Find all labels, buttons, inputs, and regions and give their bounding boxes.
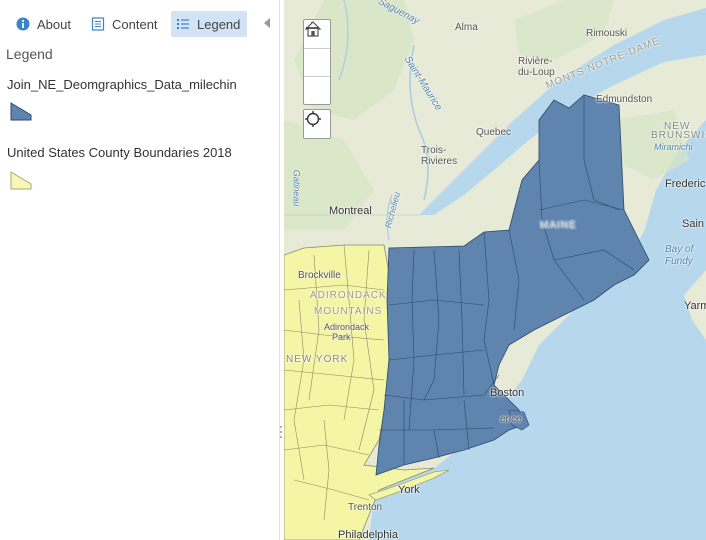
tab-about[interactable]: About [11, 11, 76, 37]
legend-layer-title: Join_NE_Deomgraphics_Data_milechin [7, 77, 237, 92]
legend-list-icon [176, 17, 190, 31]
info-icon [16, 17, 30, 31]
ne-demographics-swatch [9, 101, 33, 121]
map-label-gatineau: Gatineau [291, 169, 302, 207]
zoom-out-button[interactable] [304, 27, 330, 104]
map-label-alma: Alma [455, 22, 478, 33]
tab-legend-label: Legend [197, 16, 241, 32]
panel-tabs: About Content Legend [0, 0, 280, 40]
map-label-trenton: Trenton [348, 502, 383, 513]
map-label-providence: ence [500, 414, 522, 425]
map-label-philadelphia: Philadelphia [338, 529, 398, 540]
map-label-york: York [398, 484, 420, 496]
map-label-adirondack: ADIRONDACK [310, 290, 387, 301]
map-label-brockville: Brockville [298, 270, 341, 281]
side-panel: About Content Legend Legend Join_NE_Deom… [0, 0, 283, 540]
map-label-fundy: Fundy [665, 256, 693, 267]
map-label-montreal: Montreal [329, 205, 372, 217]
tab-content-label: Content [112, 16, 158, 32]
map-label-saint-john: Sain [682, 218, 705, 230]
map-label-brunswick: BRUNSWIC [651, 130, 706, 141]
zoom-controls [303, 19, 331, 105]
map-label-du-loup: du-Loup [518, 67, 555, 78]
map-label-adirondack-park: Adirondack [324, 322, 370, 332]
map-label-miramichi: Miramichi [654, 142, 693, 152]
map-label-fredericton: Frederic [665, 178, 706, 190]
locate-control [303, 109, 331, 139]
map-label-yarmouth: Yarm [684, 300, 706, 312]
map-label-rimouski: Rimouski [586, 28, 628, 39]
map-label-mountains: MOUNTAINS [314, 306, 383, 317]
map-label-riviere: Rivière- [518, 56, 553, 67]
home-button[interactable] [304, 21, 330, 76]
map-label-new-york: NEW YORK [286, 354, 349, 365]
locate-crosshair-icon [305, 111, 321, 127]
map-label-bay: Bay of [665, 244, 694, 255]
panel-resize-handle[interactable] [279, 425, 283, 439]
map-label-maine: MAINE [540, 220, 577, 231]
content-list-icon [91, 17, 105, 31]
minus-icon [306, 27, 318, 29]
map-label-quebec: Quebec [476, 127, 512, 138]
legend-heading: Legend [6, 46, 53, 62]
map-label-boston: Boston [490, 387, 525, 399]
legend-layer-title: United States County Boundaries 2018 [7, 145, 232, 160]
county-boundaries-swatch [9, 170, 33, 190]
tab-content[interactable]: Content [86, 11, 163, 37]
collapse-panel-icon[interactable] [262, 16, 272, 28]
map-label-park: Park [332, 332, 351, 342]
web-map-app: About Content Legend Legend Join_NE_Deom… [0, 0, 706, 540]
locate-button[interactable] [304, 110, 330, 138]
map-label-rivieres: Rivieres [421, 156, 458, 167]
tab-legend[interactable]: Legend [171, 11, 247, 37]
map-view[interactable]: Saguenay Alma Rimouski Rivière- du-Loup … [284, 0, 706, 540]
basemap [284, 0, 706, 540]
map-label-edmundston: Edmundston [596, 94, 653, 105]
map-label-trois: Trois- [421, 145, 447, 156]
tab-about-label: About [37, 16, 71, 32]
